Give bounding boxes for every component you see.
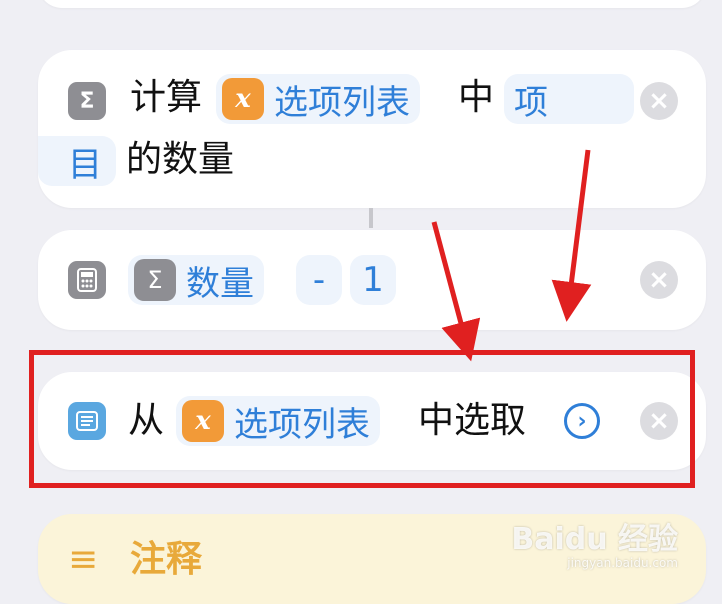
- watermark-url: jingyan.baidu.com: [567, 556, 678, 570]
- annotation-arrow-left: [431, 221, 481, 362]
- watermark-brand: Baidu 经验: [511, 522, 678, 557]
- annotation-arrow-right: [551, 149, 592, 322]
- watermark: Baidu 经验 jingyan.baidu.com: [511, 514, 678, 570]
- annotation-arrows: [431, 149, 592, 362]
